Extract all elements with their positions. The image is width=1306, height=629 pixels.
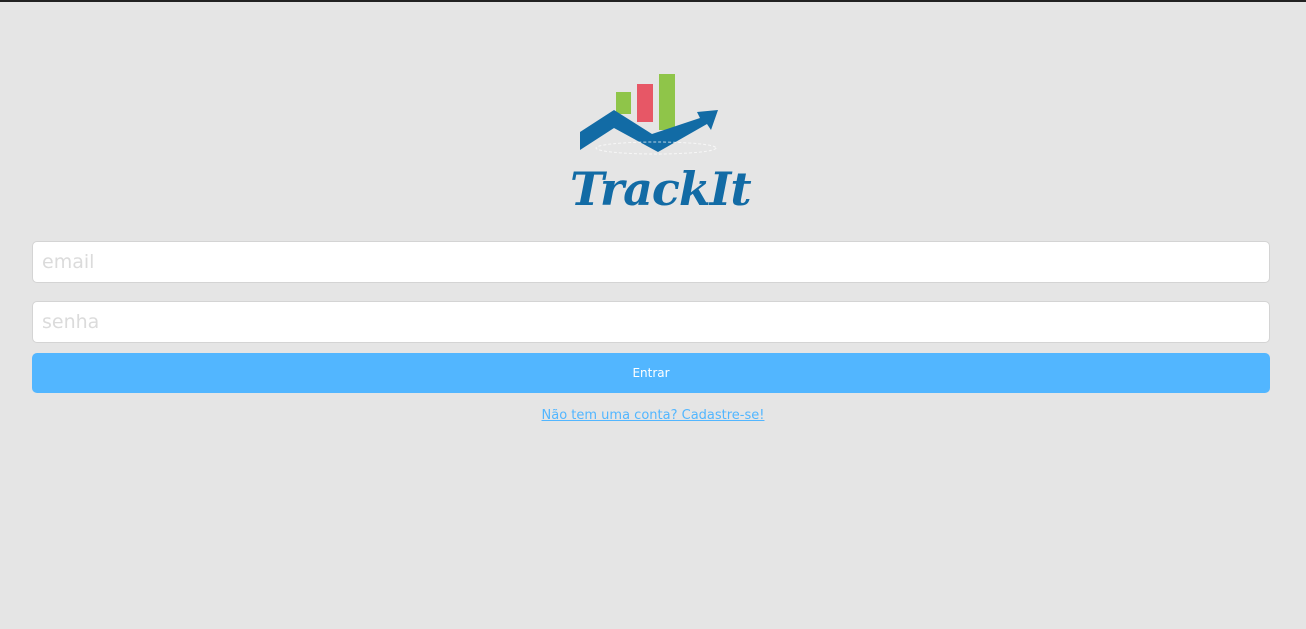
email-input[interactable] [32,241,1270,283]
logo-wordmark: TrackIt [570,162,752,216]
signup-link-container: Não tem uma conta? Cadastre-se! [0,408,1306,423]
logo-chart-icon [580,74,718,155]
password-input[interactable] [32,301,1270,343]
signup-link[interactable]: Não tem uma conta? Cadastre-se! [542,408,765,423]
login-button[interactable]: Entrar [32,353,1270,393]
trackit-logo: TrackIt [570,70,752,222]
